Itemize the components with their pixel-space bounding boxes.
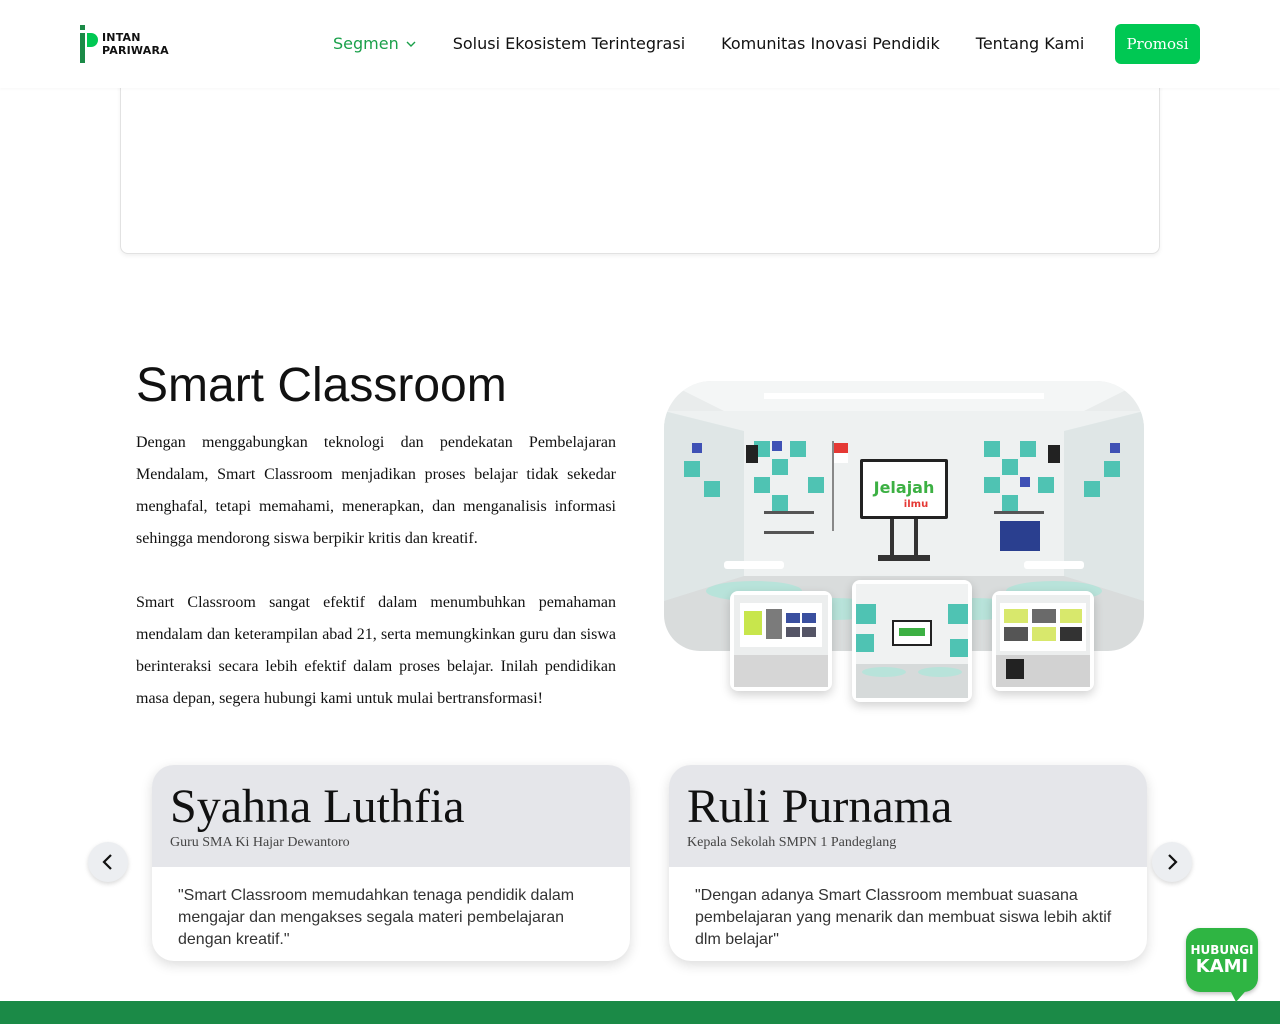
carousel-prev-button[interactable] bbox=[88, 842, 128, 882]
main-nav: Segmen Solusi Ekosistem Terintegrasi Kom… bbox=[333, 34, 1120, 53]
previous-section-card bbox=[120, 70, 1160, 254]
carousel-next-button[interactable] bbox=[1152, 842, 1192, 882]
screen-text-1: Jelajah bbox=[873, 478, 935, 497]
site-header: INTAN PARIWARA Segmen Solusi Ekosistem T… bbox=[0, 0, 1280, 88]
chat-bubble-tail bbox=[1228, 986, 1250, 1002]
nav-segmen[interactable]: Segmen bbox=[333, 34, 417, 53]
chevron-left-icon bbox=[102, 854, 112, 870]
footer-bar bbox=[0, 1001, 1280, 1024]
contact-line-2: KAMI bbox=[1195, 956, 1249, 977]
nav-solusi[interactable]: Solusi Ekosistem Terintegrasi bbox=[453, 34, 685, 53]
testimonial-header: Syahna Luthfia Guru SMA Ki Hajar Dewanto… bbox=[152, 765, 630, 867]
logo-mark-icon bbox=[80, 25, 98, 63]
classroom-thumbnail-3[interactable] bbox=[992, 591, 1094, 691]
testimonial-name: Syahna Luthfia bbox=[170, 780, 465, 833]
testimonial-card: Syahna Luthfia Guru SMA Ki Hajar Dewanto… bbox=[152, 765, 630, 961]
contact-line-1: HUBUNGI bbox=[1190, 943, 1254, 957]
chevron-down-icon bbox=[406, 41, 416, 47]
testimonial-header: Ruli Purnama Kepala Sekolah SMPN 1 Pande… bbox=[669, 765, 1147, 867]
chat-bubble-icon: HUBUNGI KAMI bbox=[1186, 928, 1258, 992]
screen-text-2: ilmu bbox=[904, 499, 928, 510]
logo-line-1: INTAN bbox=[102, 31, 141, 44]
smart-classroom-title: Smart Classroom bbox=[136, 359, 507, 412]
intan-pariwara-logo[interactable]: INTAN PARIWARA bbox=[80, 24, 180, 64]
testimonial-quote: "Smart Classroom memudahkan tenaga pendi… bbox=[178, 887, 575, 948]
nav-komunitas[interactable]: Komunitas Inovasi Pendidik bbox=[721, 34, 940, 53]
testimonial-quote: "Dengan adanya Smart Classroom membuat s… bbox=[695, 887, 1112, 948]
smart-classroom-paragraph-2: Smart Classroom sangat efektif dalam men… bbox=[136, 594, 616, 707]
testimonial-name: Ruli Purnama bbox=[687, 780, 953, 833]
logo-text: INTAN PARIWARA bbox=[102, 31, 169, 57]
nav-segmen-label: Segmen bbox=[333, 34, 399, 53]
hubungi-kami-button[interactable]: HUBUNGI KAMI bbox=[1184, 928, 1260, 1004]
classroom-thumbnail-1[interactable] bbox=[730, 591, 832, 691]
testimonial-card: Ruli Purnama Kepala Sekolah SMPN 1 Pande… bbox=[669, 765, 1147, 961]
classroom-thumbnail-2[interactable] bbox=[852, 580, 972, 702]
logo-line-2: PARIWARA bbox=[102, 44, 169, 57]
testimonial-role: Kepala Sekolah SMPN 1 Pandeglang bbox=[687, 835, 897, 850]
promo-button[interactable]: Promosi bbox=[1115, 24, 1200, 64]
testimonial-role: Guru SMA Ki Hajar Dewantoro bbox=[170, 835, 350, 850]
smart-classroom-paragraph-1: Dengan menggabungkan teknologi dan pende… bbox=[136, 434, 616, 547]
nav-tentang[interactable]: Tentang Kami bbox=[976, 34, 1085, 53]
chevron-right-icon bbox=[1168, 854, 1178, 870]
